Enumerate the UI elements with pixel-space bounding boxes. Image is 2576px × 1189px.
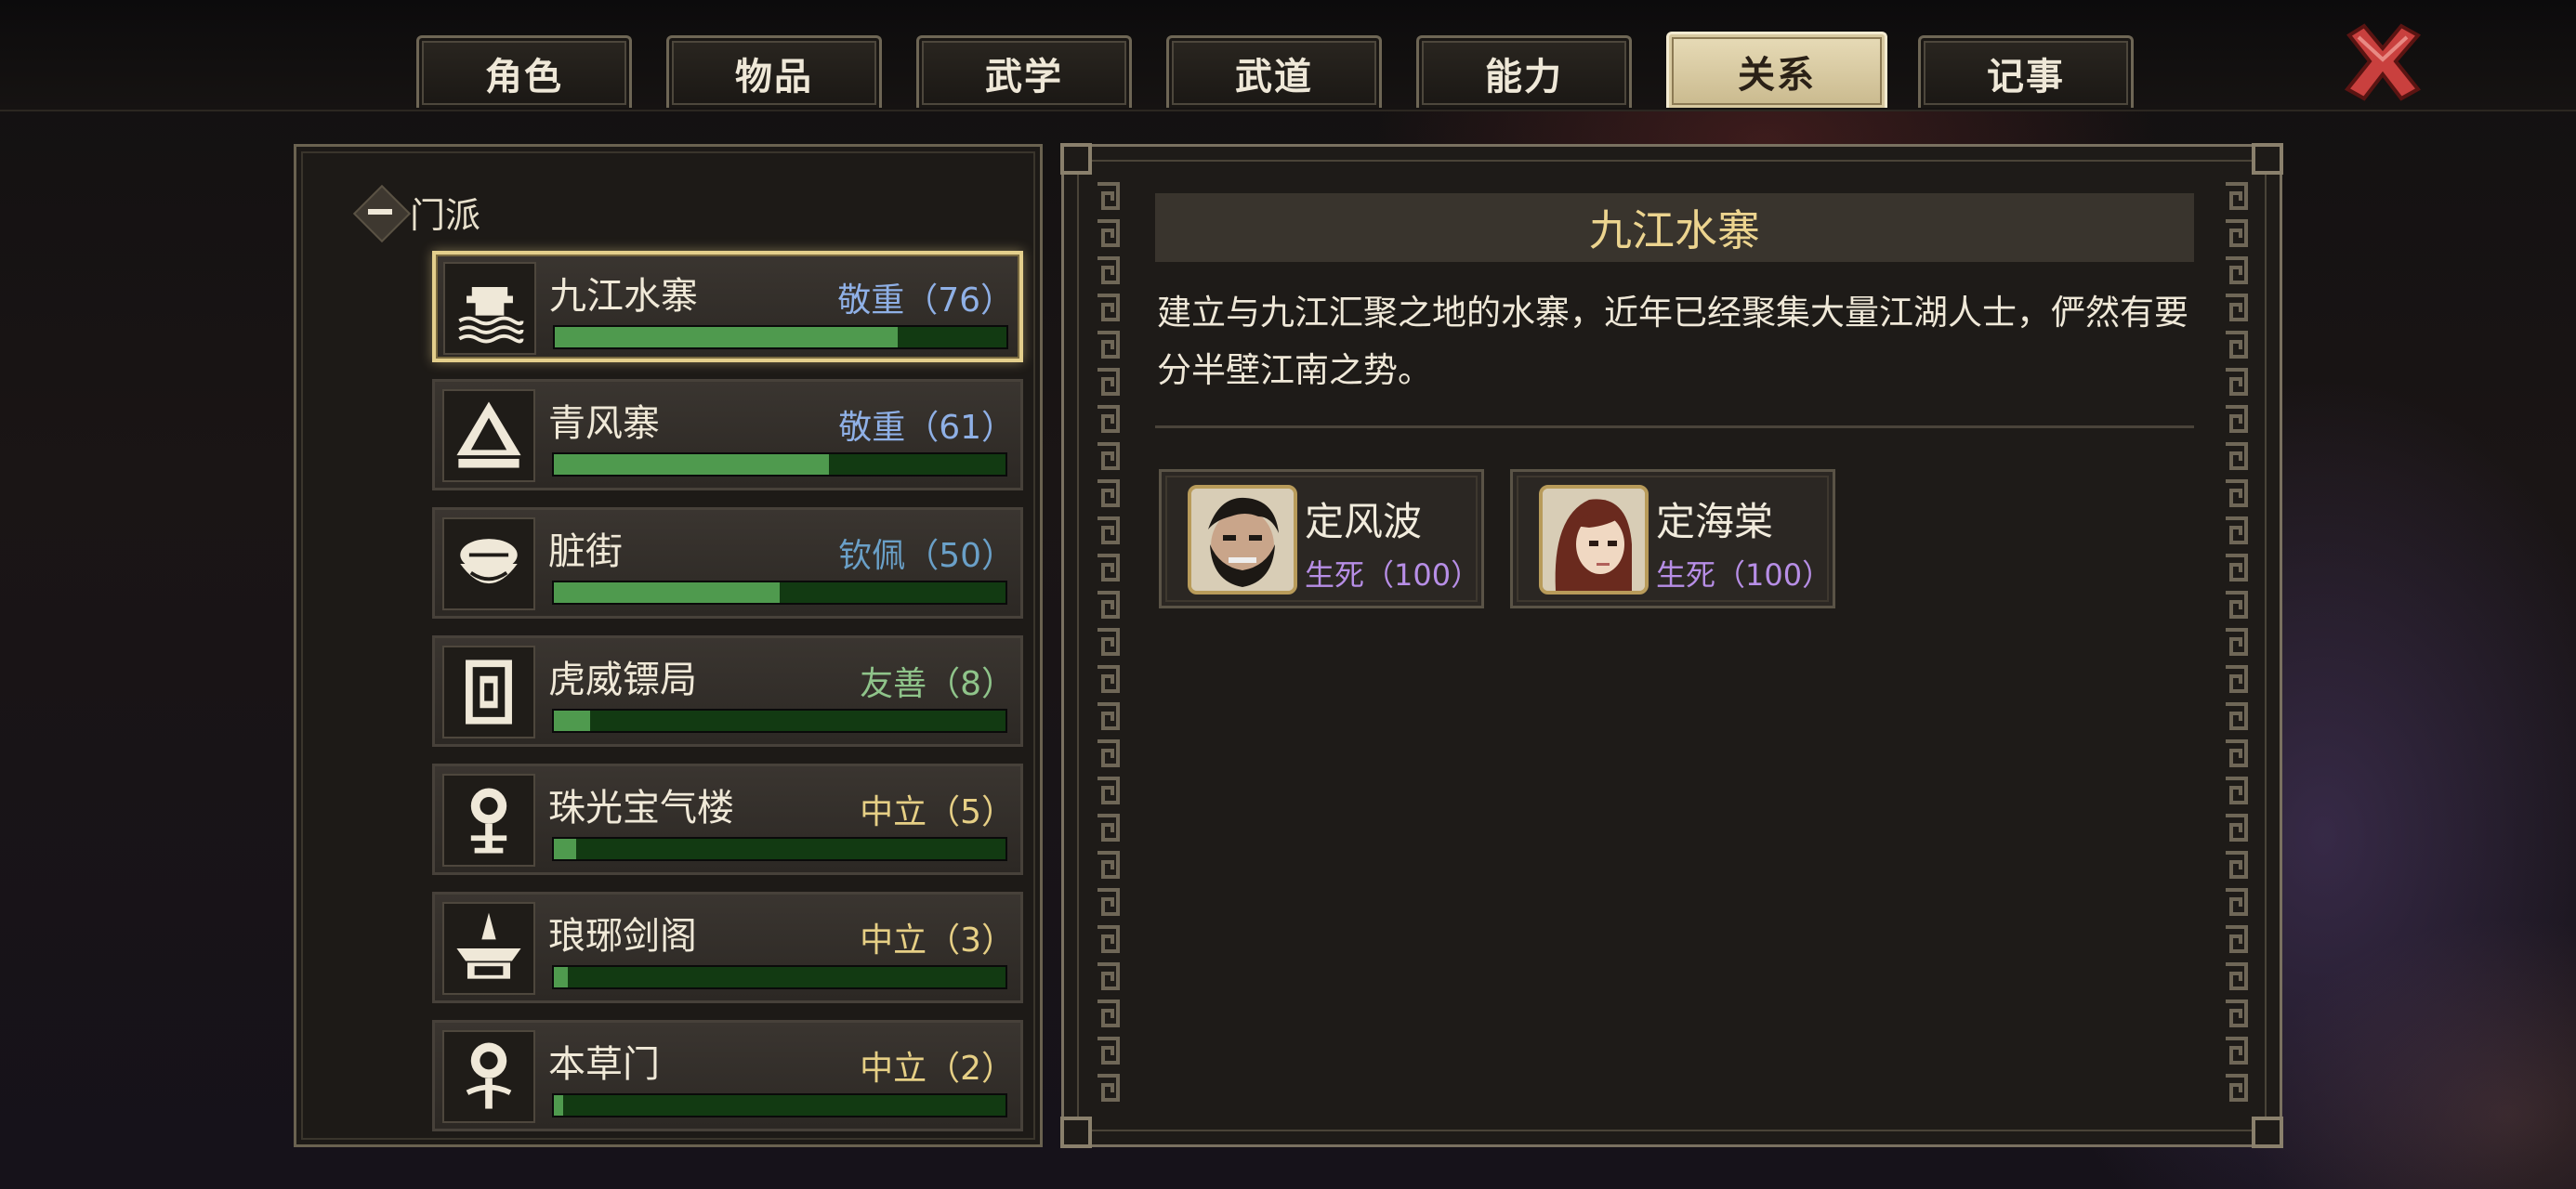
reputation-bar <box>552 1093 1007 1117</box>
sword-pavilion-icon <box>442 902 535 995</box>
faction-row[interactable]: 青风寨 敬重（61） <box>432 379 1023 490</box>
bearded-man-portrait <box>1188 485 1297 594</box>
faction-detail-panel: 九江水寨 建立与九江汇聚之地的水寨，近年已经聚集大量江湖人士，俨然有要分半壁江南… <box>1060 143 2283 1148</box>
faction-row[interactable]: 虎威镖局 友善（8） <box>432 635 1023 747</box>
tab-martial-way[interactable]: 武道 <box>1166 35 1382 108</box>
tab-journal[interactable]: 记事 <box>1918 35 2134 108</box>
faction-name: 九江水寨 <box>549 275 698 318</box>
member-relation: 生死（100） <box>1656 557 1833 593</box>
faction-row[interactable]: 脏街 钦佩（50） <box>432 507 1023 619</box>
close-x-icon <box>2344 23 2422 101</box>
faction-name: 虎威镖局 <box>548 659 697 701</box>
faction-name: 珠光宝气楼 <box>548 787 734 830</box>
tab-martial-arts[interactable]: 武学 <box>916 35 1132 108</box>
faction-status: 中立（2） <box>860 1050 1015 1088</box>
faction-name: 本草门 <box>548 1043 660 1086</box>
faction-status: 敬重（61） <box>838 409 1015 447</box>
reputation-bar-fill <box>554 967 568 987</box>
faction-title: 九江水寨 <box>1155 193 2194 262</box>
faction-description: 建立与九江汇聚之地的水寨，近年已经聚集大量江湖人士，俨然有要分半壁江南之势。 <box>1157 293 2188 390</box>
water-fortress-icon <box>443 262 536 355</box>
treasure-tower-icon <box>442 774 535 867</box>
divider <box>1155 425 2194 428</box>
member-card-ding-fengbo[interactable]: 定风波 生死（100） <box>1159 469 1484 608</box>
faction-status: 敬重（76） <box>837 281 1014 320</box>
reputation-bar <box>552 452 1007 477</box>
member-relation: 生死（100） <box>1305 557 1481 593</box>
category-label: 门派 <box>410 194 481 236</box>
faction-status: 钦佩（50） <box>838 537 1015 575</box>
member-card-ding-haitang[interactable]: 定海棠 生死（100） <box>1510 469 1835 608</box>
tab-items[interactable]: 物品 <box>666 35 882 108</box>
meander-border-right <box>2222 180 2250 1109</box>
member-name: 定海棠 <box>1656 499 1774 544</box>
beggar-bowl-icon <box>442 517 535 610</box>
faction-name: 琅琊剑阁 <box>548 915 697 958</box>
faction-list-panel: 门派 九江水寨 敬重（76） 青风寨 敬重（61） 脏街 钦佩（50） 虎威镖局 友善（8） 珠… <box>294 144 1043 1147</box>
reputation-bar-fill <box>554 839 577 859</box>
faction-name: 青风寨 <box>548 402 660 445</box>
reputation-bar <box>552 709 1007 733</box>
reputation-bar-fill <box>555 327 899 347</box>
tab-relations[interactable]: 关系 <box>1666 32 1887 108</box>
reputation-bar-fill <box>554 711 590 731</box>
reputation-bar-fill <box>554 1095 563 1116</box>
reputation-bar <box>552 965 1007 989</box>
category-header[interactable]: 门派 <box>352 184 481 243</box>
tab-character[interactable]: 角色 <box>416 35 632 108</box>
collapse-minus-icon[interactable] <box>352 184 412 243</box>
reputation-bar-fill <box>554 454 830 475</box>
red-haired-woman-portrait <box>1539 485 1649 594</box>
herb-medicine-icon <box>442 1030 535 1123</box>
faction-row[interactable]: 本草门 中立（2） <box>432 1020 1023 1131</box>
faction-status: 中立（5） <box>860 793 1015 831</box>
escort-banner-icon <box>442 646 535 738</box>
faction-status: 中立（3） <box>860 921 1015 960</box>
reputation-bar <box>552 837 1007 861</box>
reputation-bar <box>553 325 1008 349</box>
reputation-bar <box>552 581 1007 605</box>
faction-name: 脏街 <box>548 530 623 573</box>
faction-status: 友善（8） <box>860 665 1015 703</box>
faction-row[interactable]: 九江水寨 敬重（76） <box>432 251 1023 362</box>
mountain-tent-icon <box>442 389 535 482</box>
top-tab-bar: 角色 物品 武学 武道 能力 关系 记事 <box>0 0 2576 111</box>
reputation-bar-fill <box>554 582 780 603</box>
faction-row[interactable]: 琅琊剑阁 中立（3） <box>432 892 1023 1003</box>
tab-abilities[interactable]: 能力 <box>1416 35 1632 108</box>
member-name: 定风波 <box>1305 499 1423 544</box>
meander-border-left <box>1094 180 1122 1109</box>
faction-row[interactable]: 珠光宝气楼 中立（5） <box>432 764 1023 875</box>
close-button[interactable] <box>2338 17 2427 106</box>
